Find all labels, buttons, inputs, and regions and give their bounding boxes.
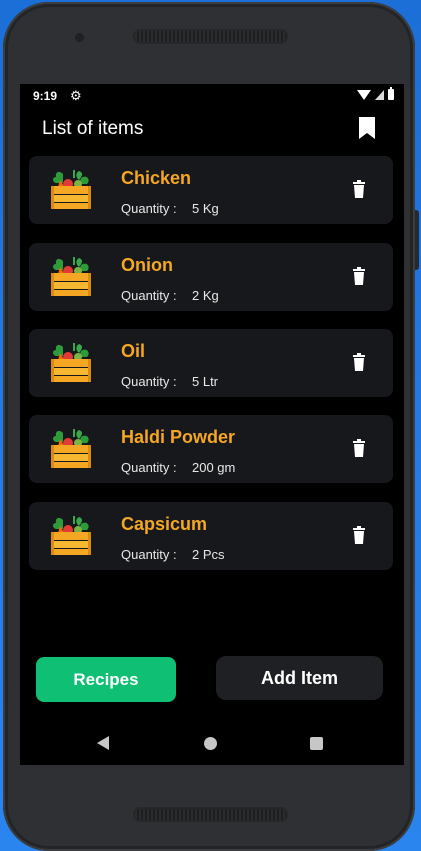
battery-icon	[388, 87, 394, 100]
trash-icon[interactable]	[351, 353, 367, 371]
app-screen: 9:19 ⚙ List of items Chicken Quantity: …	[20, 84, 404, 765]
item-name: Capsicum	[121, 514, 208, 534]
quantity-label: Quantity :	[121, 201, 177, 216]
trash-icon[interactable]	[351, 526, 367, 544]
page-title: List of items	[42, 118, 144, 139]
phone-frame: 9:19 ⚙ List of items Chicken Quantity: …	[3, 2, 419, 851]
status-time: 9:19	[33, 89, 58, 103]
list-item[interactable]: Onion Quantity : 2 Kg	[29, 243, 393, 311]
bookmark-icon[interactable]	[358, 116, 376, 140]
quantity-label: Quantity :	[121, 547, 177, 562]
wifi-icon	[357, 89, 371, 100]
item-name: Oil	[121, 341, 146, 361]
quantity-label: Quantity :	[121, 288, 177, 303]
vegetable-crate-icon	[51, 170, 91, 209]
status-bar: 9:19 ⚙	[20, 84, 404, 108]
item-name: Onion	[121, 255, 173, 275]
vegetable-crate-icon	[51, 516, 91, 555]
quantity-value: 5 Ltr	[192, 374, 219, 389]
front-camera	[75, 33, 84, 42]
back-icon[interactable]	[97, 736, 109, 750]
quantity-label: Quantity :	[121, 374, 177, 389]
vegetable-crate-icon	[51, 429, 91, 468]
trash-icon[interactable]	[351, 439, 367, 457]
add-item-button[interactable]: Add Item	[216, 656, 383, 700]
list-item[interactable]: Capsicum Quantity : 2 Pcs	[29, 502, 393, 570]
quantity-value: 2 Pcs	[192, 547, 225, 562]
list-item[interactable]: Oil Quantity : 5 Ltr	[29, 329, 393, 397]
item-name: Chicken	[121, 168, 192, 188]
vegetable-crate-icon	[51, 343, 91, 382]
quantity-value: 2 Kg	[192, 288, 219, 303]
list-item[interactable]: Chicken Quantity : 5 Kg	[29, 156, 393, 224]
android-nav-bar	[20, 724, 404, 764]
trash-icon[interactable]	[351, 180, 367, 198]
list-item[interactable]: Haldi Powder Quantity : 200 gm	[29, 415, 393, 483]
vegetable-crate-icon	[51, 257, 91, 296]
home-icon[interactable]	[204, 737, 217, 750]
trash-icon[interactable]	[351, 267, 367, 285]
recent-apps-icon[interactable]	[310, 737, 323, 750]
gear-icon: ⚙	[70, 88, 82, 103]
item-name: Haldi Powder	[121, 427, 236, 447]
power-button[interactable]	[415, 210, 419, 270]
top-speaker	[133, 29, 288, 44]
bottom-speaker	[133, 807, 288, 822]
signal-icon	[375, 89, 384, 100]
recipes-button[interactable]: Recipes	[36, 657, 176, 702]
status-icons	[357, 87, 394, 100]
quantity-value: 5 Kg	[192, 201, 219, 216]
quantity-value: 200 gm	[192, 460, 236, 475]
quantity-label: Quantity :	[121, 460, 177, 475]
